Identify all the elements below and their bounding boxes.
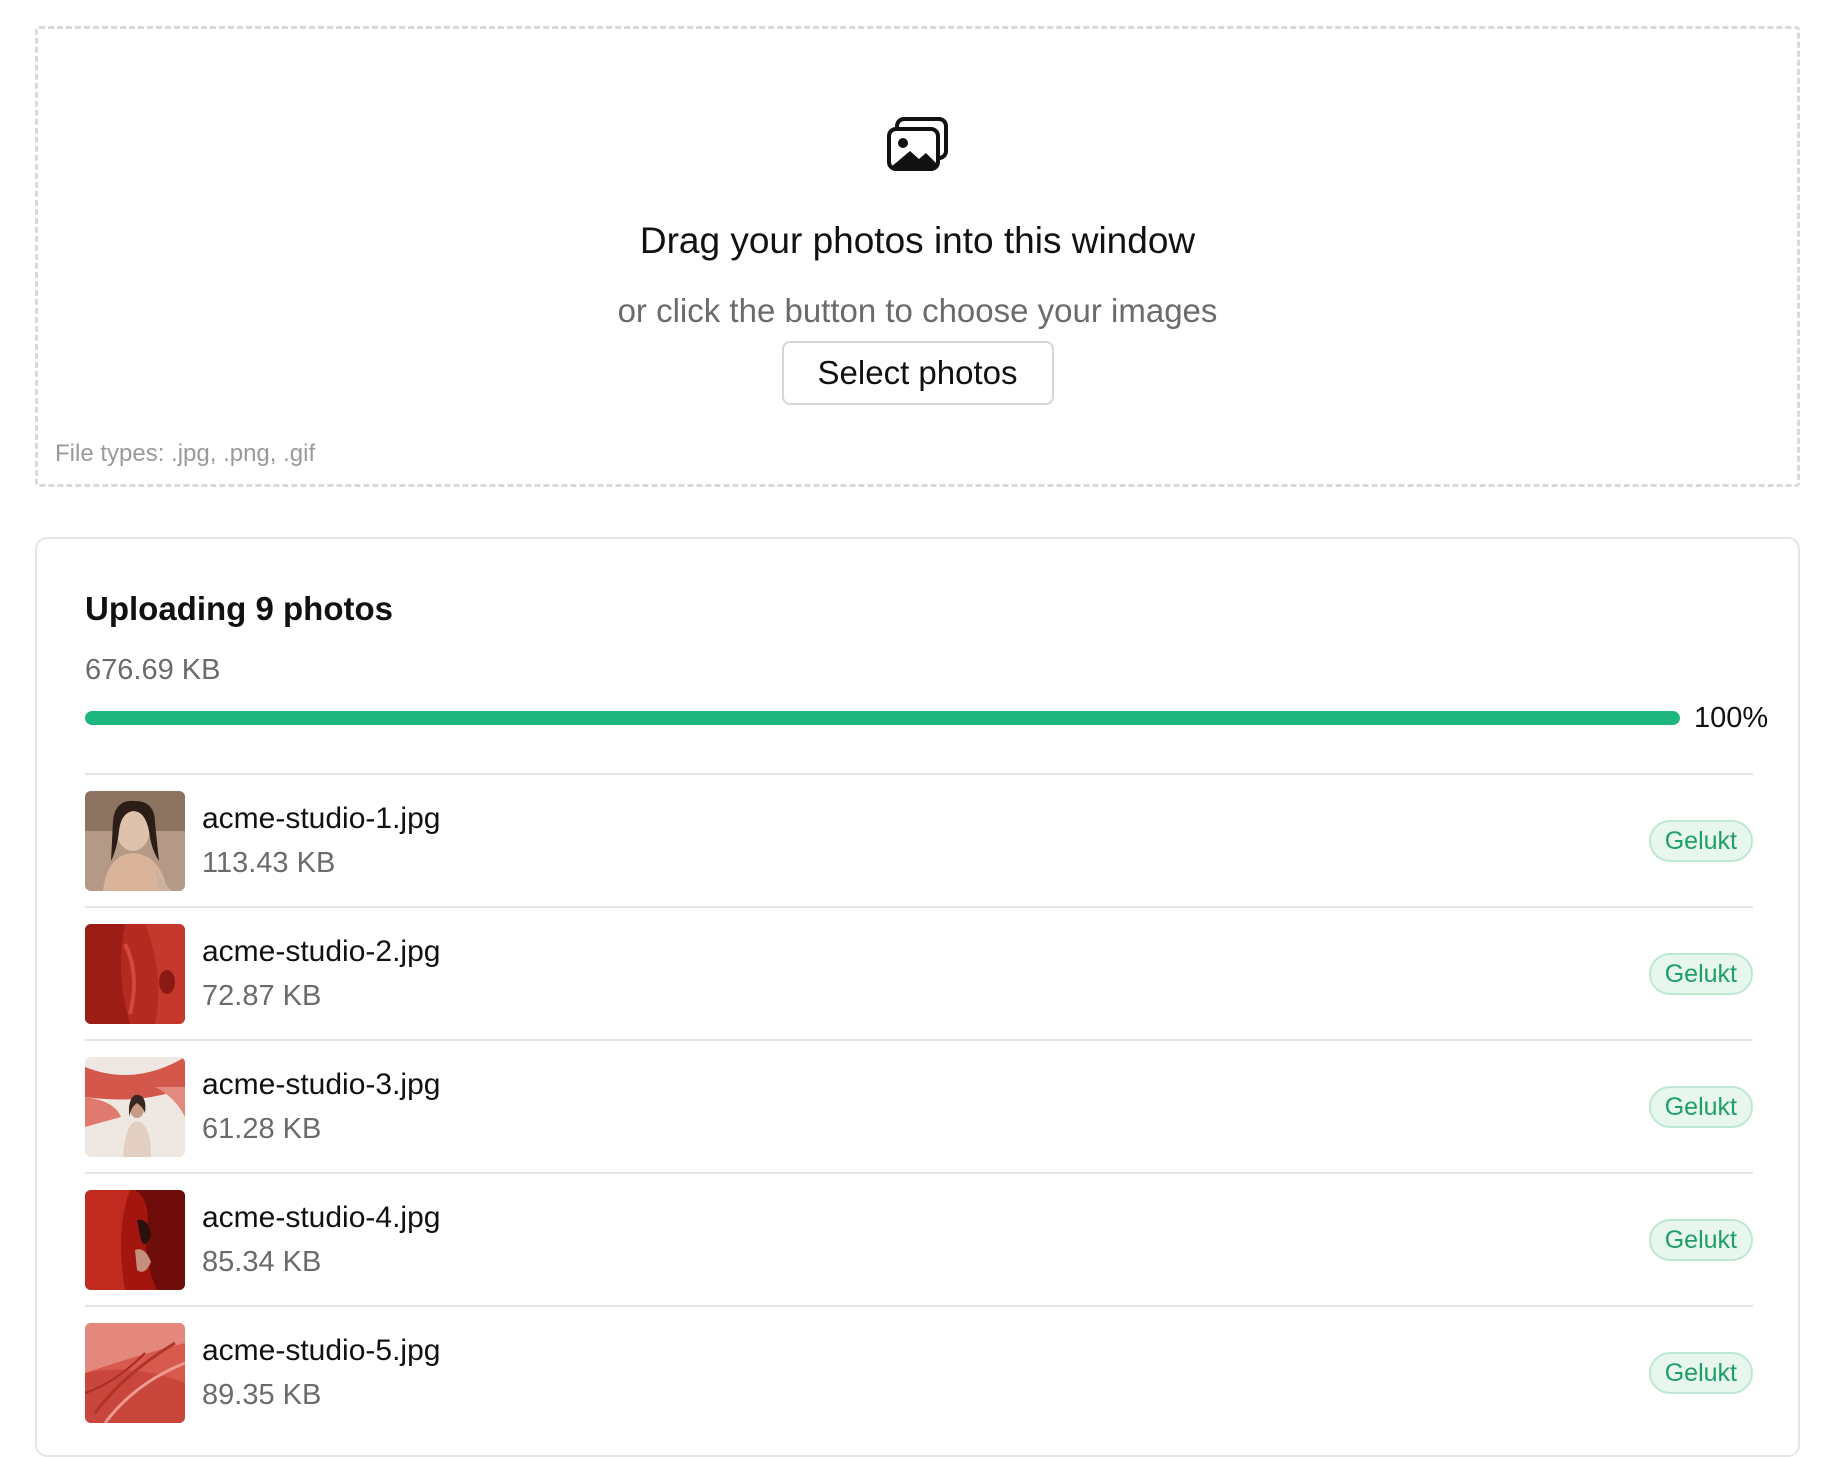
dropzone-subtitle: or click the button to choose your image… xyxy=(617,292,1218,329)
file-name: acme-studio-3.jpg xyxy=(202,1068,441,1101)
file-row: acme-studio-1.jpg 113.43 KB Gelukt xyxy=(85,773,1753,906)
upload-total-size: 676.69 KB xyxy=(85,654,221,686)
photo-dropzone[interactable]: Drag your photos into this window or cli… xyxy=(35,26,1800,487)
status-badge: Gelukt xyxy=(1648,820,1753,862)
file-size: 85.34 KB xyxy=(202,1246,322,1278)
file-thumbnail[interactable] xyxy=(85,924,185,1024)
select-photos-button[interactable]: Select photos xyxy=(781,341,1054,405)
file-row: acme-studio-3.jpg 61.28 KB Gelukt xyxy=(85,1039,1753,1172)
upload-title: Uploading 9 photos xyxy=(85,590,393,627)
file-thumbnail[interactable] xyxy=(85,1323,185,1423)
file-list: acme-studio-1.jpg 113.43 KB Gelukt acme-… xyxy=(85,773,1753,1438)
upload-panel: Uploading 9 photos 676.69 KB 100% acme-s… xyxy=(35,537,1800,1457)
file-size: 89.35 KB xyxy=(202,1379,322,1411)
file-thumbnail[interactable] xyxy=(85,1190,185,1290)
file-thumbnail[interactable] xyxy=(85,791,185,891)
file-size: 72.87 KB xyxy=(202,980,322,1012)
status-badge: Gelukt xyxy=(1648,953,1753,995)
upload-progress-bar xyxy=(85,711,1680,725)
images-icon xyxy=(886,117,948,171)
file-types-hint: File types: .jpg, .png, .gif xyxy=(55,440,316,467)
file-size: 113.43 KB xyxy=(202,847,336,879)
file-name: acme-studio-4.jpg xyxy=(202,1201,441,1234)
status-badge: Gelukt xyxy=(1648,1352,1753,1394)
upload-progress-label: 100% xyxy=(1694,702,1769,734)
file-row: acme-studio-4.jpg 85.34 KB Gelukt xyxy=(85,1172,1753,1305)
file-thumbnail[interactable] xyxy=(85,1057,185,1157)
file-row: acme-studio-2.jpg 72.87 KB Gelukt xyxy=(85,906,1753,1039)
file-name: acme-studio-2.jpg xyxy=(202,935,441,968)
dropzone-title: Drag your photos into this window xyxy=(639,220,1196,261)
file-name: acme-studio-1.jpg xyxy=(202,802,441,835)
upload-progress-fill xyxy=(85,711,1680,725)
file-row: acme-studio-5.jpg 89.35 KB Gelukt xyxy=(85,1305,1753,1438)
file-name: acme-studio-5.jpg xyxy=(202,1334,441,1367)
status-badge: Gelukt xyxy=(1648,1219,1753,1261)
status-badge: Gelukt xyxy=(1648,1086,1753,1128)
file-size: 61.28 KB xyxy=(202,1113,322,1145)
